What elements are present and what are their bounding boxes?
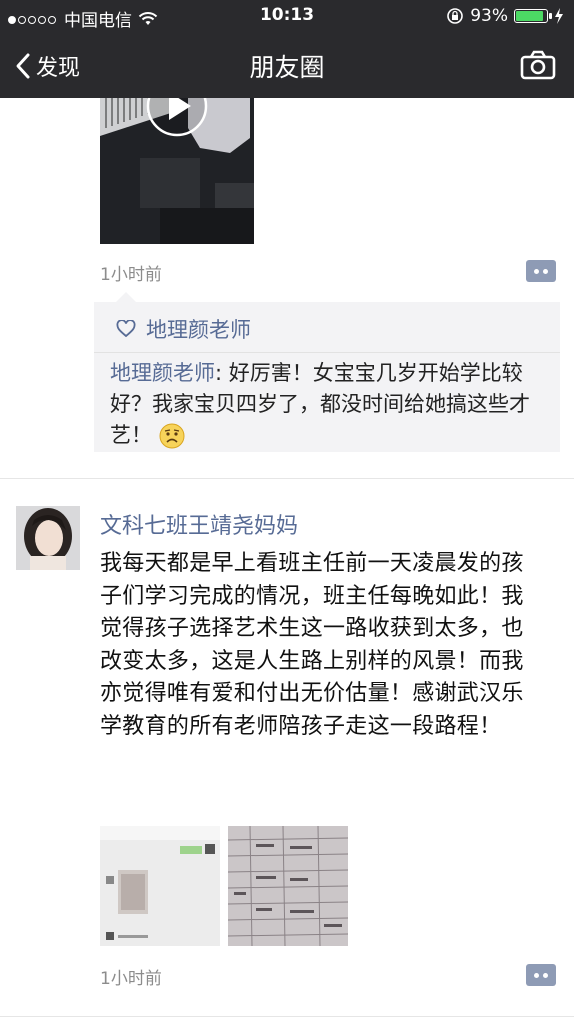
- nav-bar: 发现 朋友圈: [0, 32, 574, 98]
- camera-button[interactable]: [520, 50, 556, 84]
- comment-button[interactable]: [526, 964, 556, 986]
- post-photo[interactable]: [228, 826, 348, 946]
- video-thumbnail[interactable]: [100, 98, 254, 244]
- post-text: 我每天都是早上看班主任前一天凌晨发的孩子们学习完成的情况，班主任每晚如此！我觉得…: [100, 551, 524, 739]
- comment-dot-icon: [534, 972, 539, 978]
- divider: [94, 352, 560, 353]
- avatar[interactable]: [16, 506, 80, 570]
- camera-icon: [520, 50, 556, 80]
- post-author[interactable]: 文科七班王靖尧妈妈: [100, 508, 298, 540]
- post-photo[interactable]: [100, 826, 220, 946]
- page-title: 朋友圈: [249, 53, 325, 82]
- charging-icon: [555, 8, 563, 24]
- battery-percent: 93%: [470, 6, 508, 26]
- comment-dot-icon: [543, 972, 548, 978]
- rotation-lock-icon: [447, 8, 464, 24]
- heart-icon: [116, 320, 136, 338]
- like-name[interactable]: 地理颜老师: [146, 314, 251, 344]
- divider: [0, 478, 574, 479]
- likes-comments-box: 地理颜老师 地理颜老师: 好厉害！女宝宝几岁开始学比较好？我家宝贝四岁了，都没时…: [94, 292, 560, 452]
- status-bar: 中国电信 10:13 93%: [0, 0, 574, 32]
- divider: [0, 1016, 574, 1017]
- comment-button[interactable]: [526, 260, 556, 282]
- comment-dot-icon: [534, 268, 539, 274]
- comment-dot-icon: [543, 268, 548, 274]
- sad-emoji-icon: [159, 423, 185, 449]
- post-time: 1小时前: [100, 265, 162, 285]
- likes-row: 地理颜老师: [116, 314, 251, 344]
- comment-text[interactable]: 地理颜老师: 好厉害！女宝宝几岁开始学比较好？我家宝贝四岁了，都没时间给她搞这些…: [110, 358, 540, 451]
- post-time: 1小时前: [100, 969, 162, 989]
- comment-author[interactable]: 地理颜老师: [110, 361, 215, 385]
- battery-icon: [514, 9, 552, 23]
- play-icon: [146, 98, 208, 137]
